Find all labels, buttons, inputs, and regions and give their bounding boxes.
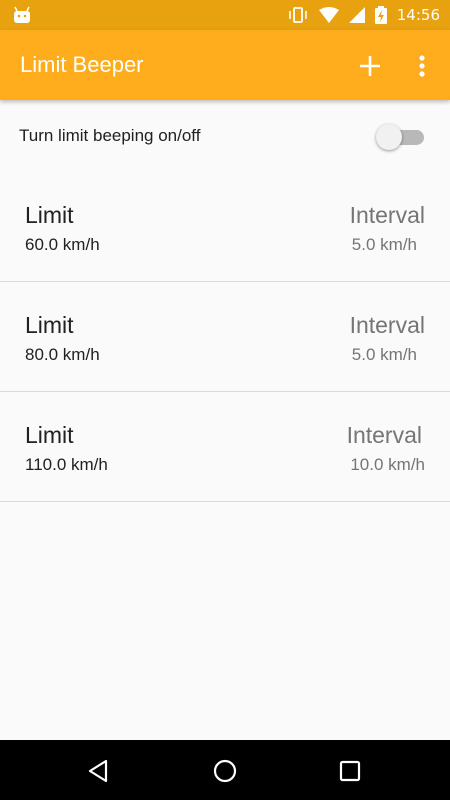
home-icon[interactable] — [210, 756, 240, 786]
list-item[interactable]: Limit 80.0 km/h Interval 5.0 km/h — [0, 282, 450, 392]
back-icon[interactable] — [84, 756, 114, 786]
interval-value: 10.0 km/h — [350, 455, 425, 474]
limit-value: 80.0 km/h — [25, 345, 100, 364]
beeping-toggle-switch[interactable] — [376, 124, 426, 150]
list-item[interactable]: Limit 60.0 km/h Interval 5.0 km/h — [0, 172, 450, 282]
recents-icon[interactable] — [335, 756, 365, 786]
signal-icon — [348, 7, 365, 23]
limit-label: Limit — [25, 202, 74, 228]
status-time: 14:56 — [396, 6, 440, 24]
interval-label: Interval — [346, 422, 422, 448]
interval-value: 5.0 km/h — [351, 235, 417, 254]
limit-value: 60.0 km/h — [25, 235, 100, 254]
navigation-bar — [0, 740, 450, 800]
interval-value: 5.0 km/h — [351, 345, 417, 364]
switch-thumb — [376, 124, 402, 150]
list-item[interactable]: Limit 110.0 km/h Interval 10.0 km/h — [0, 392, 450, 502]
plus-icon[interactable] — [354, 50, 386, 82]
overflow-menu-icon[interactable] — [408, 50, 436, 82]
vibrate-icon — [288, 7, 307, 23]
limit-list: Limit 60.0 km/h Interval 5.0 km/h Limit … — [0, 172, 450, 502]
wifi-icon — [318, 7, 339, 23]
beeping-toggle-label: Turn limit beeping on/off — [19, 126, 201, 145]
battery-charging-icon — [374, 6, 387, 24]
interval-label: Interval — [349, 312, 425, 338]
limit-label: Limit — [25, 312, 74, 338]
app-bar: Limit Beeper — [0, 30, 450, 100]
status-bar: 14:56 — [0, 0, 450, 30]
limit-label: Limit — [25, 422, 74, 448]
android-icon — [14, 6, 30, 23]
limit-value: 110.0 km/h — [25, 455, 108, 474]
app-title: Limit Beeper — [20, 52, 144, 77]
interval-label: Interval — [349, 202, 425, 228]
